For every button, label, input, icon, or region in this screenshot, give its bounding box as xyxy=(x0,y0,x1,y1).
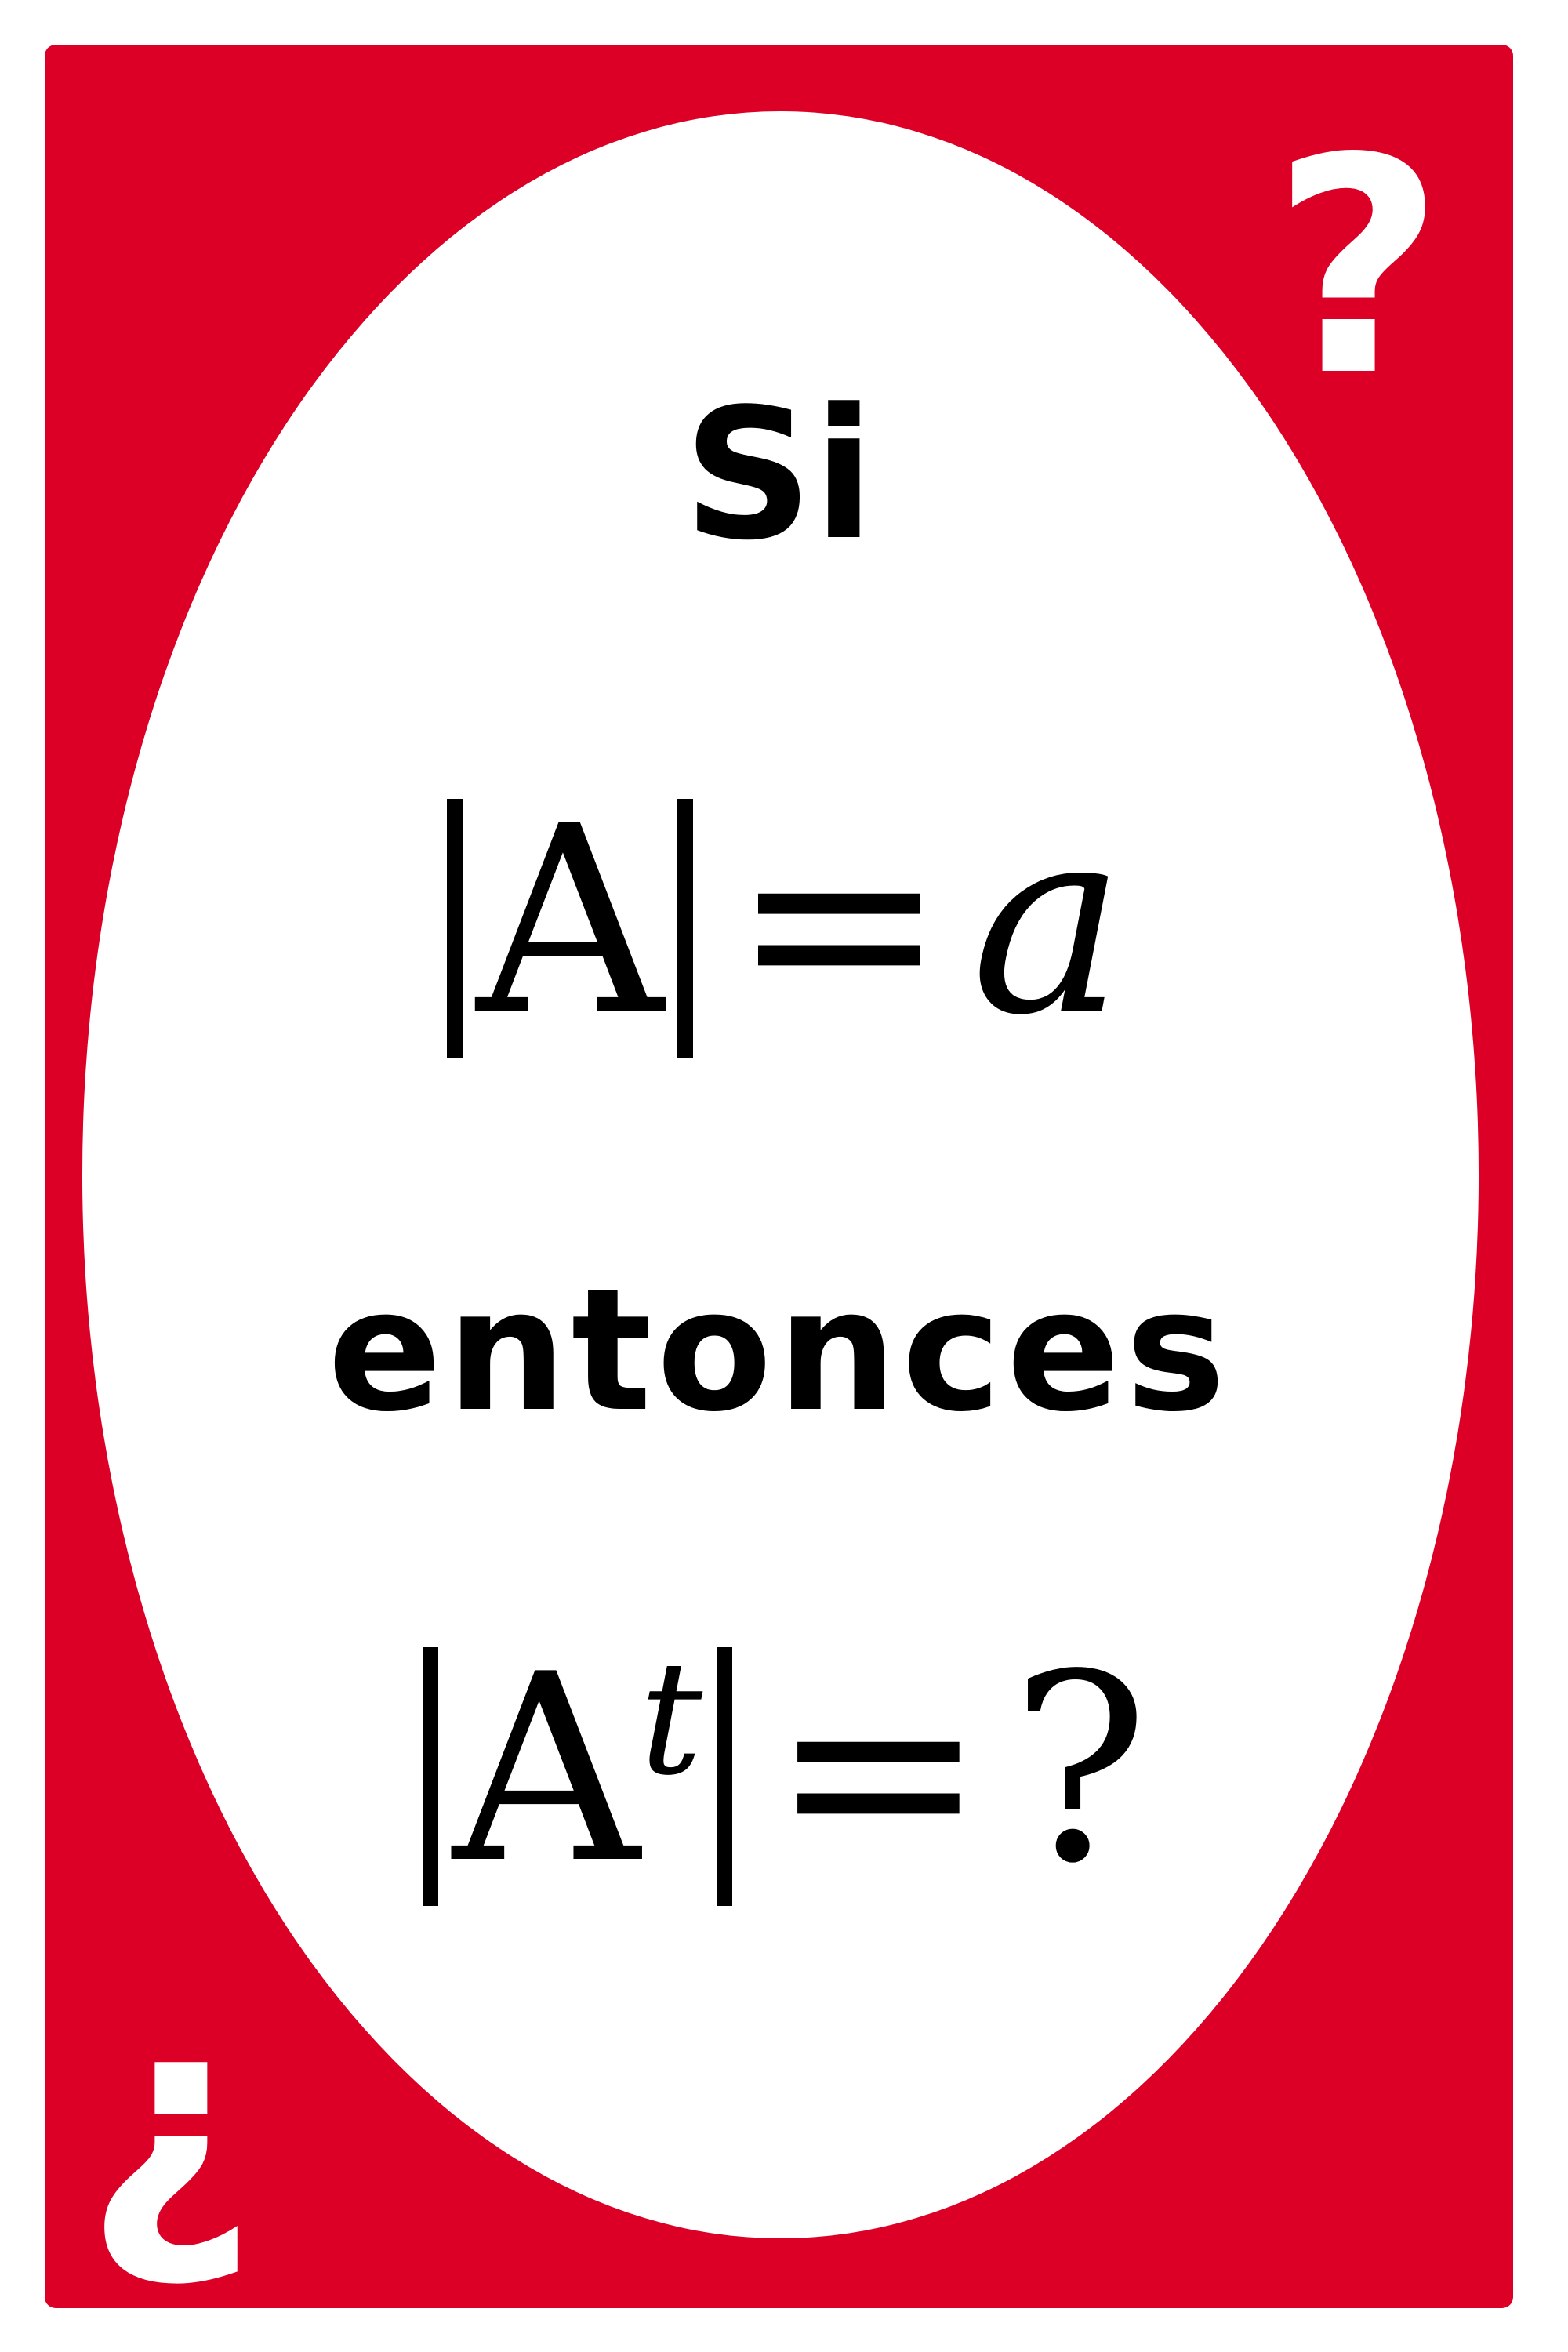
abs-bar-right xyxy=(677,799,694,1058)
transpose-determinant-equation: At =? xyxy=(45,1640,1513,1906)
abs-bar-right xyxy=(717,1647,733,1906)
question-card: ? ¿ Si A =a entonces At =? xyxy=(45,45,1513,2308)
card-word-entonces: entonces xyxy=(327,1252,1231,1449)
abs-bar-left xyxy=(446,799,463,1058)
question-mark-icon: ? xyxy=(1272,94,1445,441)
card-word-si: Si xyxy=(683,371,875,580)
inverted-question-mark-icon: ¿ xyxy=(84,1948,257,2296)
equals-sign: = xyxy=(770,1619,987,1920)
transpose-superscript: t xyxy=(639,1628,703,1810)
matrix-symbol: A xyxy=(476,771,664,1072)
unknown-value: ? xyxy=(1010,1619,1149,1920)
matrix-symbol: A xyxy=(452,1619,640,1920)
determinant-value: a xyxy=(971,771,1126,1072)
determinant-equation: A =a xyxy=(45,792,1513,1058)
abs-bar-left xyxy=(423,1647,439,1906)
equals-sign: = xyxy=(731,771,948,1072)
